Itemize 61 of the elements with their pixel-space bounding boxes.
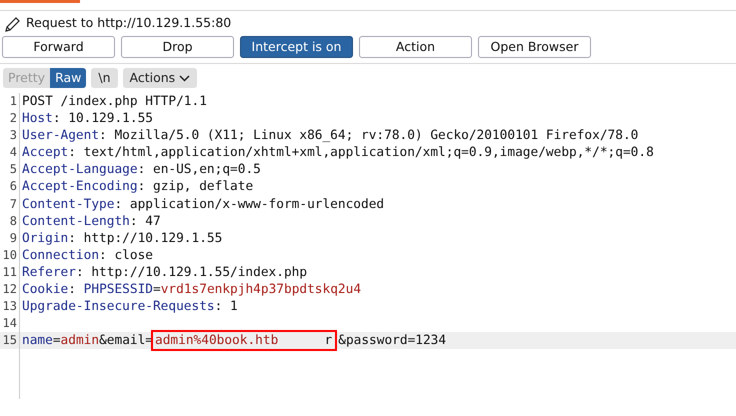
header-name: Host <box>22 110 53 128</box>
pencil-icon <box>4 14 22 32</box>
code-text: : en-US,en;q=0.5 <box>138 161 261 178</box>
header-name: Content-Length <box>22 212 130 230</box>
code-text: : Mozilla/5.0 (X11; Linux x86_64; rv:78.0) Gecko/20100101 Firefox/78.0 <box>99 127 638 144</box>
toolbar-button[interactable]: Forward <box>2 36 115 58</box>
code-text: r <box>324 332 332 350</box>
code-text: &password=1234 <box>338 332 446 350</box>
actions-dropdown[interactable]: Actions <box>122 68 198 88</box>
line-number: 12 <box>2 282 17 296</box>
header-name: Accept-Encoding <box>22 178 138 196</box>
line-number: 4 <box>10 145 17 160</box>
header-name: Cookie <box>22 281 68 298</box>
header-name: Upgrade-Insecure-Requests <box>22 298 215 316</box>
view-tab[interactable]: Raw <box>50 68 86 88</box>
code-text: : text/html,application/xhtml+xml,application/xml;q=0.9,image/webp,*/*;q=0.8 <box>68 144 654 162</box>
line-number: 6 <box>10 179 17 194</box>
code-text: POST /index.php HTTP/1.1 <box>22 93 207 110</box>
caret-icon <box>179 74 190 82</box>
line-number: 10 <box>2 248 17 262</box>
code-text: : gzip, deflate <box>138 178 254 196</box>
line-number: 11 <box>2 264 17 279</box>
code-text: : application/x-www-form-urlencoded <box>114 196 384 213</box>
code-text: = <box>153 281 161 298</box>
newline-toggle[interactable]: \n <box>91 68 118 88</box>
header-name: Content-Type <box>22 196 114 213</box>
value-text: admin%40book.htb <box>155 332 278 350</box>
code-text: &email= <box>99 332 154 350</box>
line-number: 1 <box>10 94 17 108</box>
header-name: User-Agent <box>22 127 100 144</box>
line-number: 9 <box>10 230 17 245</box>
header-name: Accept-Language <box>22 161 138 178</box>
value-text: vrd1s7enkpjh4p37bpdtskq2u4 <box>160 281 362 298</box>
code-text: : 47 <box>130 212 161 230</box>
line-number: 13 <box>2 299 17 314</box>
code-text: : http://10.129.1.55 <box>68 230 222 247</box>
header-name: Origin <box>22 230 68 247</box>
code-text: : <box>68 281 77 298</box>
line-number: 2 <box>10 111 17 126</box>
header-name: name <box>22 332 53 350</box>
line-number: 5 <box>10 162 17 176</box>
toolbar-button[interactable]: Intercept is on <box>240 36 353 58</box>
toolbar-button[interactable]: Open Browser <box>478 36 591 58</box>
line-number: 8 <box>10 214 17 228</box>
header-name: PHPSESSID <box>84 281 153 298</box>
line-number: 3 <box>10 128 17 142</box>
header-name: Connection <box>22 246 100 264</box>
line-number: 7 <box>10 196 17 211</box>
value-text: admin <box>60 332 100 350</box>
toolbar-button[interactable]: Drop <box>121 36 234 58</box>
code-text: : close <box>99 246 153 264</box>
toolbar-button[interactable]: Action <box>359 36 472 58</box>
line-number: 14 <box>2 316 17 330</box>
code-text: : 10.129.1.55 <box>52 110 153 128</box>
header-name: Accept <box>22 144 68 162</box>
request-title: Request to http://10.129.1.55:80 <box>26 14 232 32</box>
code-text: : http://10.129.1.55/index.php <box>76 264 308 282</box>
code-text: : 1 <box>214 298 238 316</box>
code-text: = <box>52 332 61 350</box>
line-number: 15 <box>2 333 17 348</box>
header-name: Referer <box>22 264 76 282</box>
